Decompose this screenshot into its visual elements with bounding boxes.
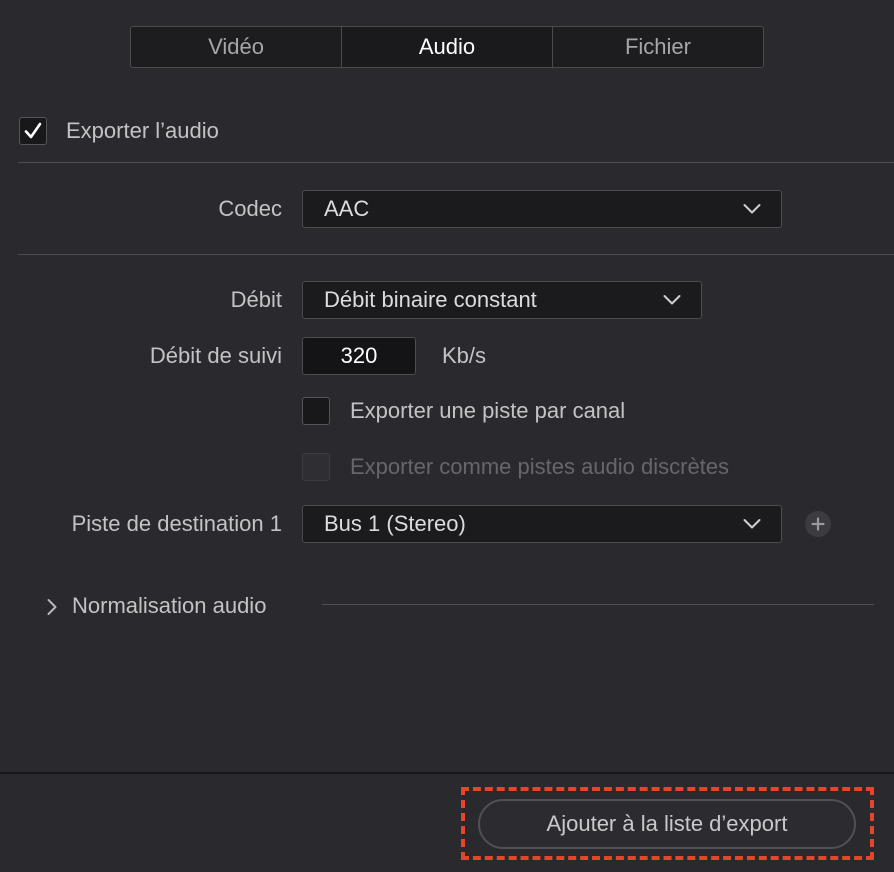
destination-label: Piste de destination 1 <box>71 511 282 536</box>
chevron-down-icon <box>743 204 761 214</box>
chevron-down-icon <box>663 295 681 305</box>
chevron-right-icon[interactable] <box>46 598 58 616</box>
bitrate-unit: Kb/s <box>442 343 487 368</box>
codec-select[interactable]: AAC <box>302 190 782 228</box>
divider <box>18 254 894 255</box>
export-audio-label: Exporter l’audio <box>66 118 219 143</box>
export-audio-checkbox[interactable] <box>19 117 47 145</box>
export-track-per-channel-label: Exporter une piste par canal <box>350 398 626 423</box>
divider <box>18 162 894 163</box>
normalisation-divider <box>322 604 874 605</box>
tab-video[interactable]: Vidéo <box>131 27 342 67</box>
footer-divider <box>0 772 894 774</box>
normalisation-label[interactable]: Normalisation audio <box>72 593 266 619</box>
debit-value: Débit binaire constant <box>324 287 537 312</box>
checkmark-icon <box>24 122 42 139</box>
tab-fichier[interactable]: Fichier <box>553 27 763 67</box>
add-destination-button[interactable] <box>805 511 831 537</box>
debit-label: Débit <box>230 287 282 312</box>
bitrate-input[interactable]: 320 <box>302 337 416 375</box>
output-tabs: Vidéo Audio Fichier <box>130 26 764 68</box>
tab-audio[interactable]: Audio <box>342 27 553 67</box>
codec-label: Codec <box>218 196 282 221</box>
export-track-per-channel-checkbox[interactable] <box>302 397 330 425</box>
add-to-export-list-button[interactable]: Ajouter à la liste d’export <box>478 799 856 849</box>
export-discrete-label: Exporter comme pistes audio discrètes <box>350 454 730 479</box>
destination-select[interactable]: Bus 1 (Stereo) <box>302 505 782 543</box>
debit-suivi-label: Débit de suivi <box>149 343 282 368</box>
codec-value: AAC <box>324 196 370 221</box>
debit-select[interactable]: Débit binaire constant <box>302 281 702 319</box>
export-discrete-checkbox[interactable] <box>302 453 330 481</box>
destination-value: Bus 1 (Stereo) <box>324 511 466 536</box>
plus-icon <box>811 517 825 531</box>
chevron-down-icon <box>743 519 761 529</box>
